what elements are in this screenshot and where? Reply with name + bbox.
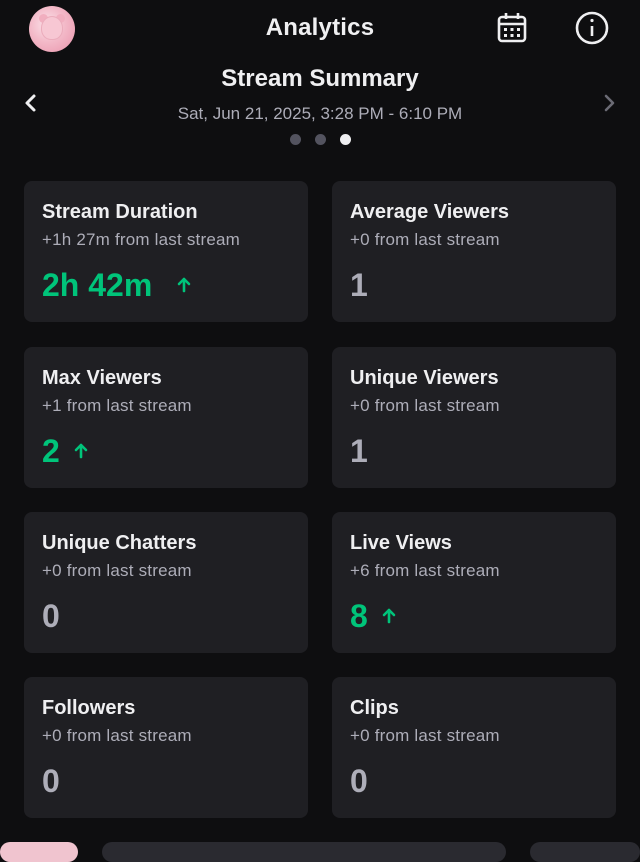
stat-card-clips[interactable]: Clips +0 from last stream 0 (332, 677, 616, 818)
stat-value: 1 (350, 433, 368, 469)
arrow-up-icon (176, 277, 192, 293)
arrow-up-icon (73, 443, 89, 459)
stat-title: Clips (350, 697, 399, 719)
stat-delta: +1 from last stream (42, 396, 192, 415)
stream-summary-header: Stream Summary Sat, Jun 21, 2025, 3:28 P… (0, 60, 640, 160)
page-dot[interactable] (289, 134, 301, 145)
chevron-right-icon[interactable] (598, 92, 620, 114)
bottom-partial-row (0, 840, 640, 862)
stat-title: Unique Chatters (42, 532, 197, 554)
top-bar: Analytics (0, 0, 640, 60)
stat-title: Unique Viewers (350, 367, 499, 389)
avatar-thumbnail[interactable] (0, 842, 78, 862)
stat-card-unique-chatters[interactable]: Unique Chatters +0 from last stream 0 (24, 512, 308, 653)
stat-card-average-viewers[interactable]: Average Viewers +0 from last stream 1 (332, 181, 616, 322)
stat-value: 2 (42, 433, 60, 469)
summary-title: Stream Summary (221, 65, 419, 92)
stat-title: Max Viewers (42, 367, 162, 389)
stat-delta: +6 from last stream (350, 561, 500, 580)
bottom-bar-item[interactable] (530, 842, 640, 862)
stat-delta: +0 from last stream (42, 726, 192, 745)
stat-title: Live Views (350, 532, 452, 554)
page-dot-active[interactable] (339, 134, 351, 145)
stat-delta: +0 from last stream (350, 230, 500, 249)
stat-card-stream-duration[interactable]: Stream Duration +1h 27m from last stream… (24, 181, 308, 322)
page-dot[interactable] (314, 134, 326, 145)
stat-delta: +0 from last stream (350, 396, 500, 415)
stat-value: 1 (350, 267, 368, 303)
stat-title: Stream Duration (42, 201, 198, 223)
stat-delta: +0 from last stream (350, 726, 500, 745)
stat-delta: +0 from last stream (42, 561, 192, 580)
stat-card-followers[interactable]: Followers +0 from last stream 0 (24, 677, 308, 818)
stat-card-live-views[interactable]: Live Views +6 from last stream 8 (332, 512, 616, 653)
arrow-up-icon (381, 608, 397, 624)
stat-value: 0 (42, 763, 60, 799)
stat-title: Average Viewers (350, 201, 509, 223)
stat-value: 8 (350, 598, 368, 634)
stat-value: 0 (350, 763, 368, 799)
info-icon[interactable] (574, 10, 610, 46)
stat-value: 2h 42m (42, 267, 153, 303)
stat-card-max-viewers[interactable]: Max Viewers +1 from last stream 2 (24, 347, 308, 488)
page-title: Analytics (265, 14, 375, 41)
stat-card-unique-viewers[interactable]: Unique Viewers +0 from last stream 1 (332, 347, 616, 488)
calendar-icon[interactable] (494, 10, 530, 46)
page-indicator (0, 134, 640, 145)
stat-value: 0 (42, 598, 60, 634)
stat-title: Followers (42, 697, 136, 719)
bottom-bar-item[interactable] (102, 842, 506, 862)
summary-date-range: Sat, Jun 21, 2025, 3:28 PM - 6:10 PM (177, 104, 463, 123)
stat-delta: +1h 27m from last stream (42, 230, 241, 249)
